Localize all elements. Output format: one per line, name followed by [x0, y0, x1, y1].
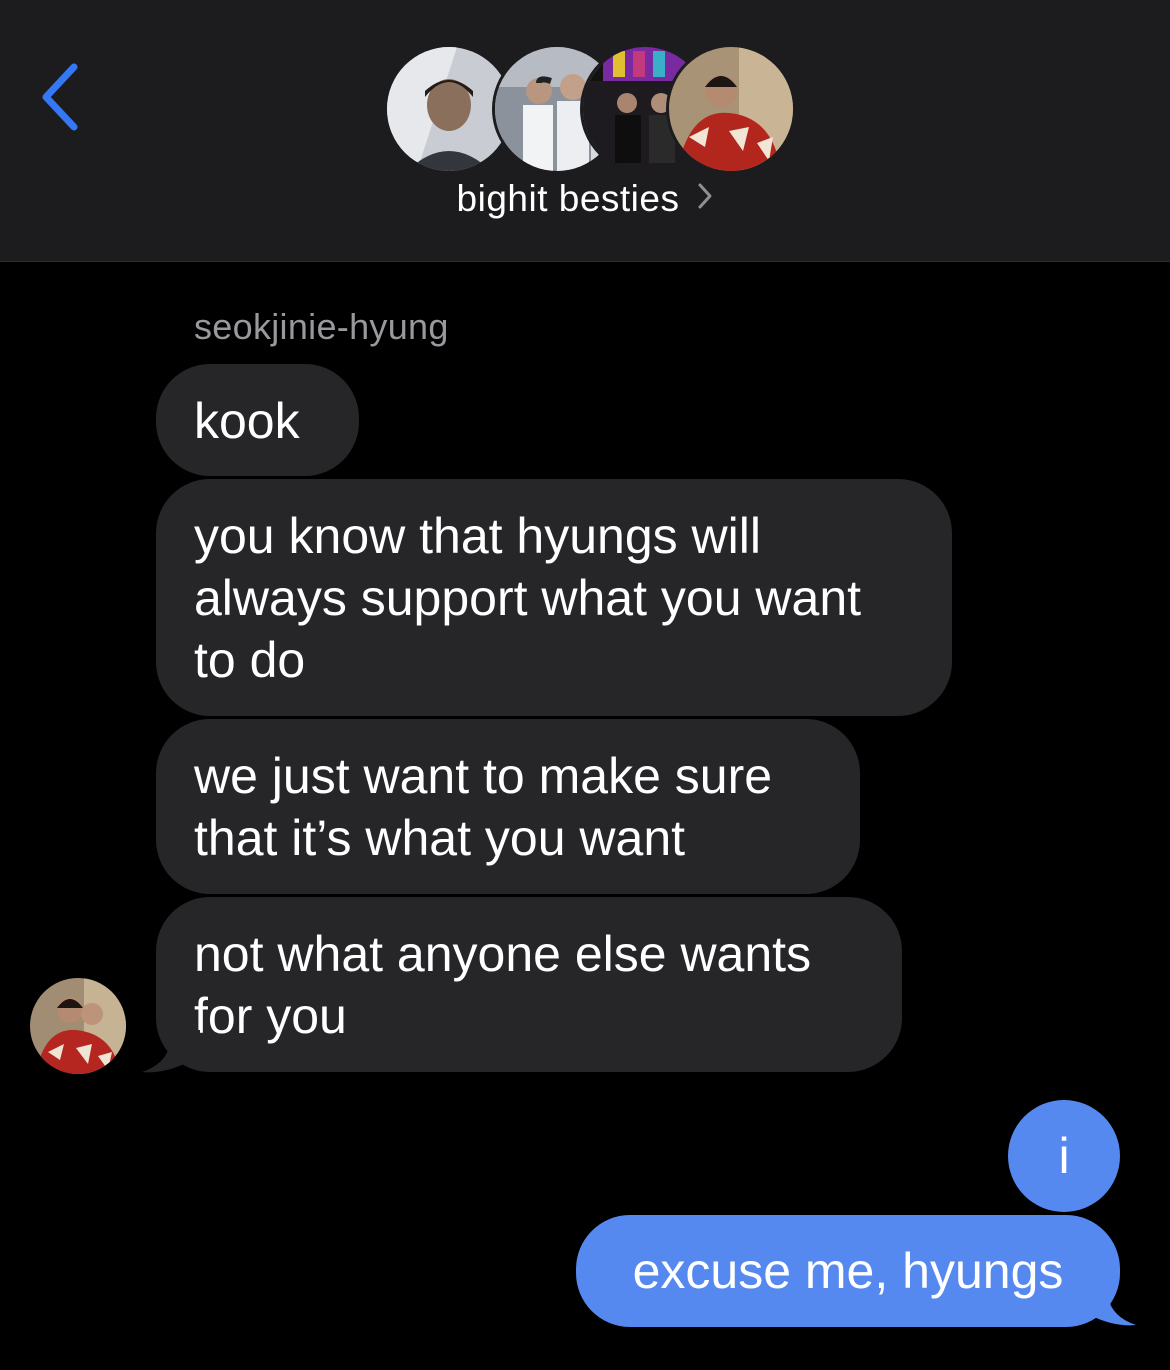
sender-avatar[interactable] — [30, 978, 126, 1074]
group-name-label: bighit besties — [456, 178, 680, 219]
group-avatars[interactable] — [384, 44, 796, 174]
chevron-right-icon — [697, 177, 713, 219]
back-button[interactable] — [28, 52, 92, 142]
incoming-message-bubble[interactable]: you know that hyungs will always support… — [156, 479, 952, 716]
conversation-header: bighit besties — [0, 0, 1170, 262]
outgoing-message-bubble[interactable]: excuse me, hyungs — [576, 1215, 1120, 1327]
incoming-message-bubble[interactable]: we just want to make sure that it’s what… — [156, 719, 860, 894]
member-avatar — [666, 44, 796, 174]
sender-name: seokjinie-hyung — [194, 306, 449, 347]
incoming-bubble-tail — [142, 1030, 200, 1073]
outgoing-message-bubble[interactable]: i — [1008, 1100, 1120, 1212]
group-name-button[interactable]: bighit besties — [0, 178, 1170, 220]
chevron-left-icon — [42, 63, 78, 131]
incoming-message-bubble[interactable]: kook — [156, 364, 359, 476]
outgoing-bubble-tail — [1076, 1283, 1136, 1326]
incoming-message-bubble[interactable]: not what anyone else wants for you — [156, 897, 902, 1072]
